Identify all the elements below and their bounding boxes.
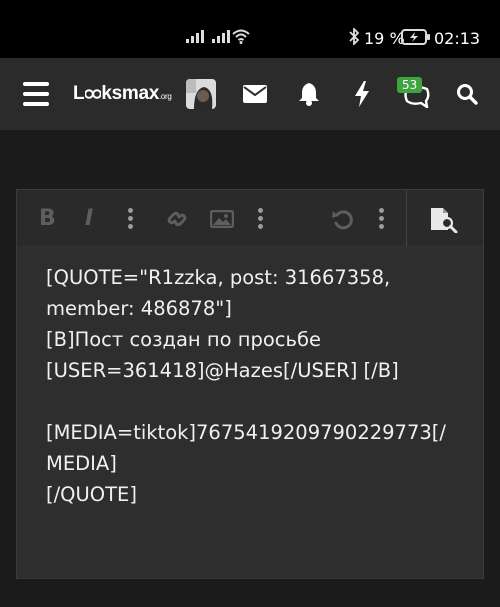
more-icon[interactable] xyxy=(379,208,384,232)
bluetooth-icon xyxy=(349,28,360,45)
editor-line: [QUOTE="R1zzka, post: 31667358, xyxy=(46,266,391,289)
site-logo[interactable]: Lksmax.org xyxy=(73,83,172,105)
menu-icon[interactable] xyxy=(23,82,49,112)
clock: 02:13 xyxy=(434,29,481,48)
editor-line: member: 486878"] xyxy=(46,297,232,320)
envelope-icon[interactable] xyxy=(243,85,267,103)
battery-charging-icon xyxy=(401,29,430,45)
preview-icon[interactable] xyxy=(430,207,460,233)
editor-text-area[interactable]: [QUOTE="R1zzka, post: 31667358, member: … xyxy=(46,262,466,510)
link-icon[interactable] xyxy=(165,208,189,230)
image-icon[interactable] xyxy=(210,210,234,228)
bold-icon[interactable]: B xyxy=(39,206,56,231)
more-icon[interactable] xyxy=(128,208,133,232)
status-bar: 19 % 02:13 xyxy=(0,0,500,58)
undo-icon[interactable] xyxy=(331,207,355,231)
more-icon[interactable] xyxy=(258,208,263,232)
battery-percent: 19 % xyxy=(364,29,405,48)
avatar[interactable] xyxy=(186,79,216,109)
signal-icon xyxy=(212,30,230,43)
editor-line: MEDIA] xyxy=(46,452,117,475)
editor-toolbar: B I xyxy=(17,190,483,247)
editor-line: [USER=361418]@Hazes[/USER] [/B] xyxy=(46,359,399,382)
lightning-icon[interactable] xyxy=(354,81,370,107)
italic-icon[interactable]: I xyxy=(85,206,93,231)
search-icon[interactable] xyxy=(456,83,478,105)
bell-icon[interactable] xyxy=(298,82,320,106)
message-editor: B I [QUOTE="R1zzka, post: 31667358, memb… xyxy=(16,189,484,579)
editor-line: [/QUOTE] xyxy=(46,483,137,506)
editor-line: [MEDIA=tiktok]7675419209790229773[/ xyxy=(46,421,446,444)
signal-icon xyxy=(186,30,204,43)
top-navbar: Lksmax.org 53 xyxy=(0,58,500,130)
messages-badge: 53 xyxy=(397,77,423,93)
editor-line: [B]Пост создан по просьбе xyxy=(46,328,322,351)
preview-button[interactable] xyxy=(406,190,483,246)
wifi-icon xyxy=(232,29,250,44)
